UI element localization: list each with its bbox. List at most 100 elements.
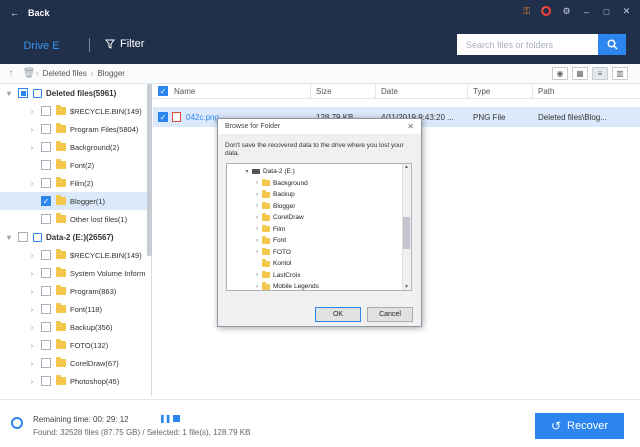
dialog-scroll-thumb[interactable] [403, 217, 410, 249]
tree-node[interactable]: › System Volume Inform [0, 264, 151, 282]
chevron-down-icon[interactable]: ▾ [4, 233, 14, 242]
tree-node[interactable]: ▾ Data-2 (E:)(26567) [0, 228, 151, 246]
row-checkbox[interactable]: ✓ [158, 112, 168, 122]
chevron-right-icon[interactable]: › [252, 215, 262, 221]
tree-checkbox[interactable] [18, 88, 28, 98]
back-button[interactable]: ← Back [10, 6, 50, 20]
dialog-folder-item[interactable]: › Backup [227, 189, 411, 201]
dialog-folder-item[interactable]: › Film [227, 224, 411, 236]
dialog-folder-item[interactable]: › Blogger [227, 201, 411, 213]
preview-eye-icon[interactable]: ◉ [552, 67, 568, 80]
column-name[interactable]: ✓ Name [153, 83, 311, 99]
tree-checkbox[interactable] [41, 214, 51, 224]
chevron-down-icon[interactable]: ▾ [242, 168, 252, 175]
column-path[interactable]: Path [533, 84, 640, 99]
tree-node[interactable]: ▾ Deleted files(5961) [0, 84, 151, 102]
chevron-right-icon[interactable]: › [27, 377, 37, 386]
search-input[interactable] [457, 34, 598, 55]
pause-icon[interactable]: ❚❚ [159, 414, 171, 423]
chevron-right-icon[interactable]: › [27, 359, 37, 368]
chevron-right-icon[interactable]: › [27, 305, 37, 314]
tree-checkbox[interactable] [41, 268, 51, 278]
tree-node[interactable]: › Backup(356) [0, 318, 151, 336]
dialog-cancel-button[interactable]: Cancel [367, 307, 413, 322]
dialog-folder-item[interactable]: › FOTO [227, 247, 411, 259]
select-all-checkbox[interactable]: ✓ [158, 86, 168, 96]
chevron-right-icon[interactable]: › [252, 180, 262, 186]
tree-checkbox[interactable] [41, 286, 51, 296]
chevron-right-icon[interactable]: › [252, 192, 262, 198]
tree-checkbox[interactable] [41, 376, 51, 386]
dialog-folder-item[interactable]: › Font [227, 235, 411, 247]
maximize-icon[interactable]: □ [601, 6, 612, 17]
chevron-right-icon[interactable]: › [252, 238, 262, 244]
up-arrow-icon[interactable]: ↑ [0, 68, 22, 79]
chevron-right-icon[interactable]: › [27, 107, 37, 116]
dialog-folder-item[interactable]: › Mobile Legends [227, 281, 411, 290]
dialog-ok-button[interactable]: OK [315, 307, 361, 322]
chevron-right-icon[interactable]: › [27, 251, 37, 260]
key-icon[interactable]: ⚿ [521, 6, 532, 17]
tab-drive[interactable]: Drive E [0, 34, 83, 58]
grid-view-icon[interactable]: ▦ [572, 67, 588, 80]
tree-checkbox[interactable] [41, 178, 51, 188]
dialog-close-icon[interactable]: ✕ [407, 122, 414, 131]
dialog-folder-item[interactable]: › Background [227, 178, 411, 190]
breadcrumb-item[interactable]: Blogger [97, 69, 125, 78]
tree-checkbox[interactable] [41, 124, 51, 134]
dialog-scrollbar[interactable]: ▲ ▼ [402, 164, 411, 290]
tree-checkbox[interactable] [41, 322, 51, 332]
column-type[interactable]: Type [468, 83, 533, 99]
share-icon[interactable]: ⭕ [541, 6, 552, 17]
tree-node[interactable]: › Program Files(5804) [0, 120, 151, 138]
stop-icon[interactable] [173, 415, 180, 422]
chevron-right-icon[interactable]: › [27, 323, 37, 332]
tree-node[interactable]: › Font(118) [0, 300, 151, 318]
tree-scrollbar[interactable] [147, 84, 152, 256]
tree-node[interactable]: › $RECYCLE.BIN(149) [0, 102, 151, 120]
tree-checkbox[interactable] [41, 304, 51, 314]
details-view-icon[interactable]: ▥ [612, 67, 628, 80]
chevron-right-icon[interactable]: › [252, 226, 262, 232]
chevron-right-icon[interactable]: › [27, 125, 37, 134]
tree-node[interactable]: Other lost files(1) [0, 210, 151, 228]
dialog-folder-item[interactable]: › CorelDraw [227, 212, 411, 224]
chevron-right-icon[interactable]: › [252, 284, 262, 290]
search-button[interactable] [598, 34, 626, 55]
scroll-down-icon[interactable]: ▼ [404, 284, 409, 290]
chevron-right-icon[interactable]: › [27, 179, 37, 188]
tree-node[interactable]: ✓ Blogger(1) [0, 192, 151, 210]
tree-node[interactable]: › Film(2) [0, 174, 151, 192]
tree-checkbox[interactable] [18, 232, 28, 242]
filter-button[interactable]: Filter [105, 38, 144, 50]
dialog-folder-item[interactable]: ▾ Data-2 (E:) [227, 166, 411, 178]
tree-checkbox[interactable] [41, 250, 51, 260]
tree-node[interactable]: › Background(2) [0, 138, 151, 156]
breadcrumb-item[interactable]: Deleted files [43, 69, 87, 78]
tree-node[interactable]: › Program(863) [0, 282, 151, 300]
tree-node[interactable]: › Photoshop(45) [0, 372, 151, 390]
dialog-folder-item[interactable]: Kontol [227, 258, 411, 270]
tree-checkbox[interactable] [41, 358, 51, 368]
tree-checkbox[interactable] [41, 142, 51, 152]
chevron-right-icon[interactable]: › [27, 341, 37, 350]
dialog-folder-item[interactable]: › LastCroix [227, 270, 411, 282]
scroll-up-icon[interactable]: ▲ [404, 164, 409, 170]
tree-node[interactable]: › FOTO(132) [0, 336, 151, 354]
chevron-right-icon[interactable]: › [27, 143, 37, 152]
tree-checkbox[interactable]: ✓ [41, 196, 51, 206]
list-view-icon[interactable]: ≡ [592, 67, 608, 80]
chevron-down-icon[interactable]: ▾ [4, 89, 14, 98]
recover-button[interactable]: ↺ Recover [535, 413, 624, 439]
tree-node[interactable]: › CorelDraw(67) [0, 354, 151, 372]
column-size[interactable]: Size [311, 83, 376, 99]
chevron-right-icon[interactable]: › [27, 287, 37, 296]
chevron-right-icon[interactable]: › [27, 269, 37, 278]
column-date[interactable]: Date [376, 83, 468, 99]
tree-checkbox[interactable] [41, 340, 51, 350]
tree-checkbox[interactable] [41, 106, 51, 116]
minimize-icon[interactable]: ‒ [581, 6, 592, 17]
chevron-right-icon[interactable]: › [252, 203, 262, 209]
tree-node[interactable]: › $RECYCLE.BIN(149) [0, 246, 151, 264]
tree-checkbox[interactable] [41, 160, 51, 170]
